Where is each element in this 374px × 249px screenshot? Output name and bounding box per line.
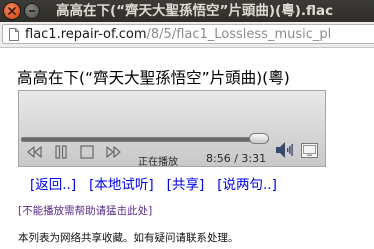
close-window-button[interactable]: [4, 3, 20, 19]
pause-icon: [55, 145, 67, 159]
fast-forward-icon: [106, 146, 121, 158]
pause-button[interactable]: [51, 144, 71, 160]
speaker-icon: [276, 142, 293, 158]
seek-bar-fill: [22, 138, 260, 141]
screen-icon: [301, 143, 318, 158]
minimize-window-button[interactable]: [25, 4, 39, 18]
window-title: 高高在下(“齊天大聖孫悟空”片頭曲)(粵).flac: [56, 3, 334, 19]
previous-button[interactable]: [25, 144, 45, 160]
back-link[interactable]: [返回..]: [30, 177, 76, 193]
playback-time: 8:56 / 3:31: [206, 152, 267, 165]
next-button[interactable]: [103, 144, 123, 160]
playback-status: 正在播放: [138, 157, 178, 168]
audio-player: 正在播放 8:56 / 3:31: [18, 90, 326, 168]
rewind-icon: [27, 146, 42, 158]
url-domain: flac1.repair-of.com: [25, 27, 147, 42]
stop-button[interactable]: [77, 144, 97, 160]
page-title: 高高在下(“齊天大聖孫悟空”片頭曲)(粵): [17, 69, 290, 87]
stop-icon: [80, 145, 94, 159]
share-link[interactable]: [共享]: [167, 177, 205, 193]
comment-link[interactable]: [说两句..]: [217, 177, 277, 193]
close-icon: [8, 7, 16, 15]
url-field[interactable]: flac1.repair-of.com/8/5/flac1_Lossless_m…: [2, 24, 374, 44]
notice-text: 本列表为网络共享收藏。如有疑问请联系处理。: [18, 232, 239, 244]
window-titlebar: 高高在下(“齊天大聖孫悟空”片頭曲)(粵).flac: [0, 0, 374, 22]
seek-bar[interactable]: [21, 137, 269, 142]
local-preview-link[interactable]: [本地试听]: [89, 177, 154, 193]
seek-handle[interactable]: [249, 133, 269, 144]
address-bar: flac1.repair-of.com/8/5/flac1_Lossless_m…: [0, 22, 374, 48]
page-icon: [9, 28, 19, 41]
fullscreen-button[interactable]: [301, 143, 318, 158]
url-path: /8/5/flac1_Lossless_music_pl: [146, 27, 332, 42]
volume-button[interactable]: [275, 140, 293, 160]
action-links: [返回..] [本地试听] [共享] [说两句..]: [30, 173, 290, 193]
url-text: flac1.repair-of.com/8/5/flac1_Lossless_m…: [25, 26, 331, 43]
playback-help-link[interactable]: [不能播放需帮助请猛击此处]: [18, 203, 152, 218]
